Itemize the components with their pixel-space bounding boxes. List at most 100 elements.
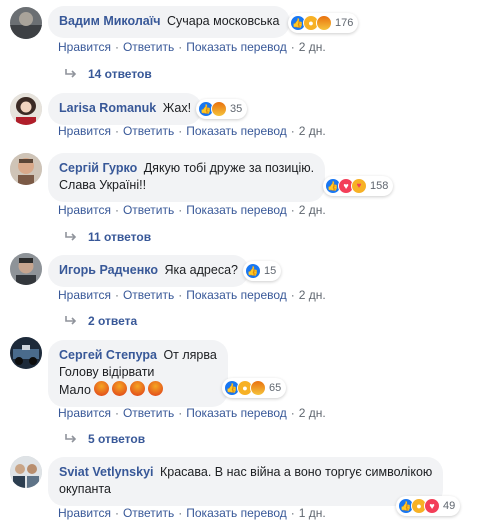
separator: · [290, 40, 295, 54]
reply-link[interactable]: Ответить [123, 124, 174, 138]
angry-emoji-icon [148, 381, 164, 396]
reaction-count: 35 [230, 103, 243, 115]
comment-bubble: Сергій Гурко Дякую тобі друже за позицію… [48, 153, 326, 202]
translate-link[interactable]: Показать перевод [186, 124, 287, 138]
separator: · [290, 406, 295, 420]
avatar[interactable] [10, 253, 42, 285]
comment-actions: Нравится · Ответить · Показать перевод · 2 дн. [58, 288, 326, 302]
comment-bubble: Sviat Vetlynskyi Красава. В нас війна а … [48, 457, 444, 506]
separator: · [114, 203, 119, 217]
separator: · [290, 288, 295, 302]
reaction-count: 15 [264, 265, 277, 277]
separator: · [178, 203, 183, 217]
like-link[interactable]: Нравится [58, 124, 111, 138]
angry-icon [316, 15, 332, 31]
separator: · [114, 406, 119, 420]
comment-actions: Нравится · Ответить · Показать перевод · 1 дн. [58, 506, 326, 520]
like-link[interactable]: Нравится [58, 203, 111, 217]
comment-text: Сучара московська [166, 14, 280, 28]
replies-count: 11 ответов [88, 230, 152, 244]
reactions-summary[interactable]: 👍 ● ♥ 49 [396, 496, 461, 516]
avatar[interactable] [10, 153, 42, 185]
separator: · [290, 203, 295, 217]
comment-bubble: Сергей Степура От лярва Голову відірвати… [48, 340, 228, 407]
love-icon: ♥ [424, 498, 440, 514]
emoji-row [94, 381, 164, 396]
separator: · [290, 506, 295, 520]
care-icon: ♥ [351, 178, 367, 194]
avatar[interactable] [10, 93, 42, 125]
comment-timestamp[interactable]: 1 дн. [299, 506, 326, 520]
comment-timestamp[interactable]: 2 дн. [299, 288, 326, 302]
like-link[interactable]: Нравится [58, 40, 111, 54]
reactions-summary[interactable]: 👍 15 [243, 261, 282, 281]
comment-timestamp[interactable]: 2 дн. [299, 124, 326, 138]
reaction-count: 158 [370, 180, 389, 192]
reply-link[interactable]: Ответить [123, 506, 174, 520]
like-link[interactable]: Нравится [58, 406, 111, 420]
comment-author[interactable]: Larisa Romanuk [59, 101, 156, 115]
comment-text: Жах! [162, 101, 192, 115]
view-replies-link[interactable]: 14 ответов [64, 67, 152, 81]
comment-author[interactable]: Sviat Vetlynskyi [59, 465, 154, 479]
translate-link[interactable]: Показать перевод [186, 506, 287, 520]
view-replies-link[interactable]: 11 ответов [64, 230, 151, 244]
comment-author[interactable]: Вадим Миколаїч [59, 14, 161, 28]
reply-link[interactable]: Ответить [123, 203, 174, 217]
reply-link[interactable]: Ответить [123, 406, 174, 420]
separator: · [178, 40, 183, 54]
reply-arrow-icon [65, 316, 77, 325]
reply-link[interactable]: Ответить [123, 288, 174, 302]
comment-author[interactable]: Сергій Гурко [59, 161, 137, 175]
reply-link[interactable]: Ответить [123, 40, 174, 54]
reply-arrow-icon [65, 69, 77, 78]
like-icon: 👍 [245, 263, 261, 279]
reactions-summary[interactable]: 👍 ● 65 [222, 378, 287, 398]
reactions-summary[interactable]: 👍 35 [196, 99, 248, 119]
comment-timestamp[interactable]: 2 дн. [299, 203, 326, 217]
comment-actions: Нравится · Ответить · Показать перевод · 2 дн. [58, 124, 326, 138]
separator: · [178, 288, 183, 302]
comment-bubble: Larisa Romanuk Жах! [48, 93, 203, 125]
replies-count: 2 ответа [88, 314, 138, 328]
comment-bubble: Игорь Радченко Яка адреса? [48, 255, 249, 287]
comment-timestamp[interactable]: 2 дн. [299, 406, 326, 420]
view-replies-link[interactable]: 5 ответов [64, 432, 145, 446]
angry-icon [211, 101, 227, 117]
replies-count: 14 ответов [88, 67, 152, 81]
separator: · [290, 124, 295, 138]
avatar[interactable] [10, 456, 42, 488]
comment-author[interactable]: Игорь Радченко [59, 263, 158, 277]
comment-bubble: Вадим Миколаїч Сучара московська [48, 6, 291, 38]
translate-link[interactable]: Показать перевод [186, 288, 287, 302]
reaction-count: 49 [443, 500, 456, 512]
like-link[interactable]: Нравится [58, 506, 111, 520]
angry-emoji-icon [112, 381, 128, 396]
translate-link[interactable]: Показать перевод [186, 203, 287, 217]
separator: · [178, 124, 183, 138]
translate-link[interactable]: Показать перевод [186, 40, 287, 54]
comment-text: Яка адреса? [164, 263, 238, 277]
separator: · [114, 506, 119, 520]
reaction-count: 65 [269, 382, 282, 394]
separator: · [114, 288, 119, 302]
comment-author[interactable]: Сергей Степура [59, 348, 157, 362]
angry-emoji-icon [130, 381, 146, 396]
view-replies-link[interactable]: 2 ответа [64, 314, 137, 328]
reply-arrow-icon [65, 434, 77, 443]
separator: · [178, 506, 183, 520]
avatar[interactable] [10, 7, 42, 39]
comment-timestamp[interactable]: 2 дн. [299, 40, 326, 54]
separator: · [114, 40, 119, 54]
avatar[interactable] [10, 337, 42, 369]
angry-emoji-icon [94, 381, 110, 396]
separator: · [178, 406, 183, 420]
comment-actions: Нравится · Ответить · Показать перевод · 2 дн. [58, 203, 326, 217]
translate-link[interactable]: Показать перевод [186, 406, 287, 420]
like-link[interactable]: Нравится [58, 288, 111, 302]
comment-actions: Нравится · Ответить · Показать перевод · 2 дн. [58, 40, 326, 54]
reactions-summary[interactable]: 👍 ♥ ♥ 158 [323, 176, 394, 196]
angry-icon [250, 380, 266, 396]
replies-count: 5 ответов [88, 432, 146, 446]
reactions-summary[interactable]: 👍 ● 176 [288, 13, 359, 33]
